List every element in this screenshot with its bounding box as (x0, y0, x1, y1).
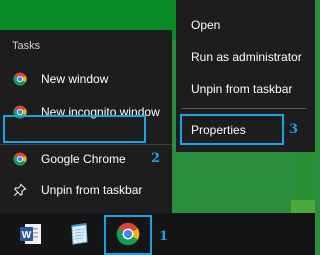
menu-item-open[interactable]: Open (191, 18, 220, 32)
menu-item-unpin-from-taskbar[interactable]: Unpin from taskbar (191, 82, 292, 96)
menu-item-run-as-administrator[interactable]: Run as administrator (191, 50, 302, 64)
step-marker-3: 3 (289, 122, 299, 137)
taskbar-button-notepad[interactable] (58, 213, 100, 255)
jump-list-heading: Tasks (12, 40, 41, 52)
jump-list-item-label: New window (41, 72, 109, 86)
taskbar: W (0, 213, 315, 255)
chrome-taskbar-highlight (104, 215, 152, 255)
jump-list-item-label: Google Chrome (41, 152, 126, 166)
properties-highlight (180, 114, 284, 145)
taskbar-button-word[interactable]: W (10, 213, 52, 255)
notepad-icon (71, 223, 88, 245)
word-icon: W (20, 224, 41, 244)
google-chrome-highlight (3, 115, 146, 143)
jump-list-item-new-window[interactable]: New window (0, 64, 172, 94)
jump-list-item-google-chrome[interactable]: Google Chrome (0, 144, 172, 174)
chrome-icon (13, 152, 27, 166)
desktop-background-stripe (291, 150, 315, 200)
svg-text:W: W (22, 230, 32, 241)
chrome-icon (13, 72, 27, 86)
unpin-icon (13, 183, 27, 197)
menu-separator (182, 108, 306, 109)
jump-list-item-unpin[interactable]: Unpin from taskbar (0, 175, 172, 205)
step-marker-1: 1 (159, 229, 169, 244)
step-marker-2: 2 (151, 151, 161, 166)
jump-list-item-label: Unpin from taskbar (41, 183, 143, 197)
